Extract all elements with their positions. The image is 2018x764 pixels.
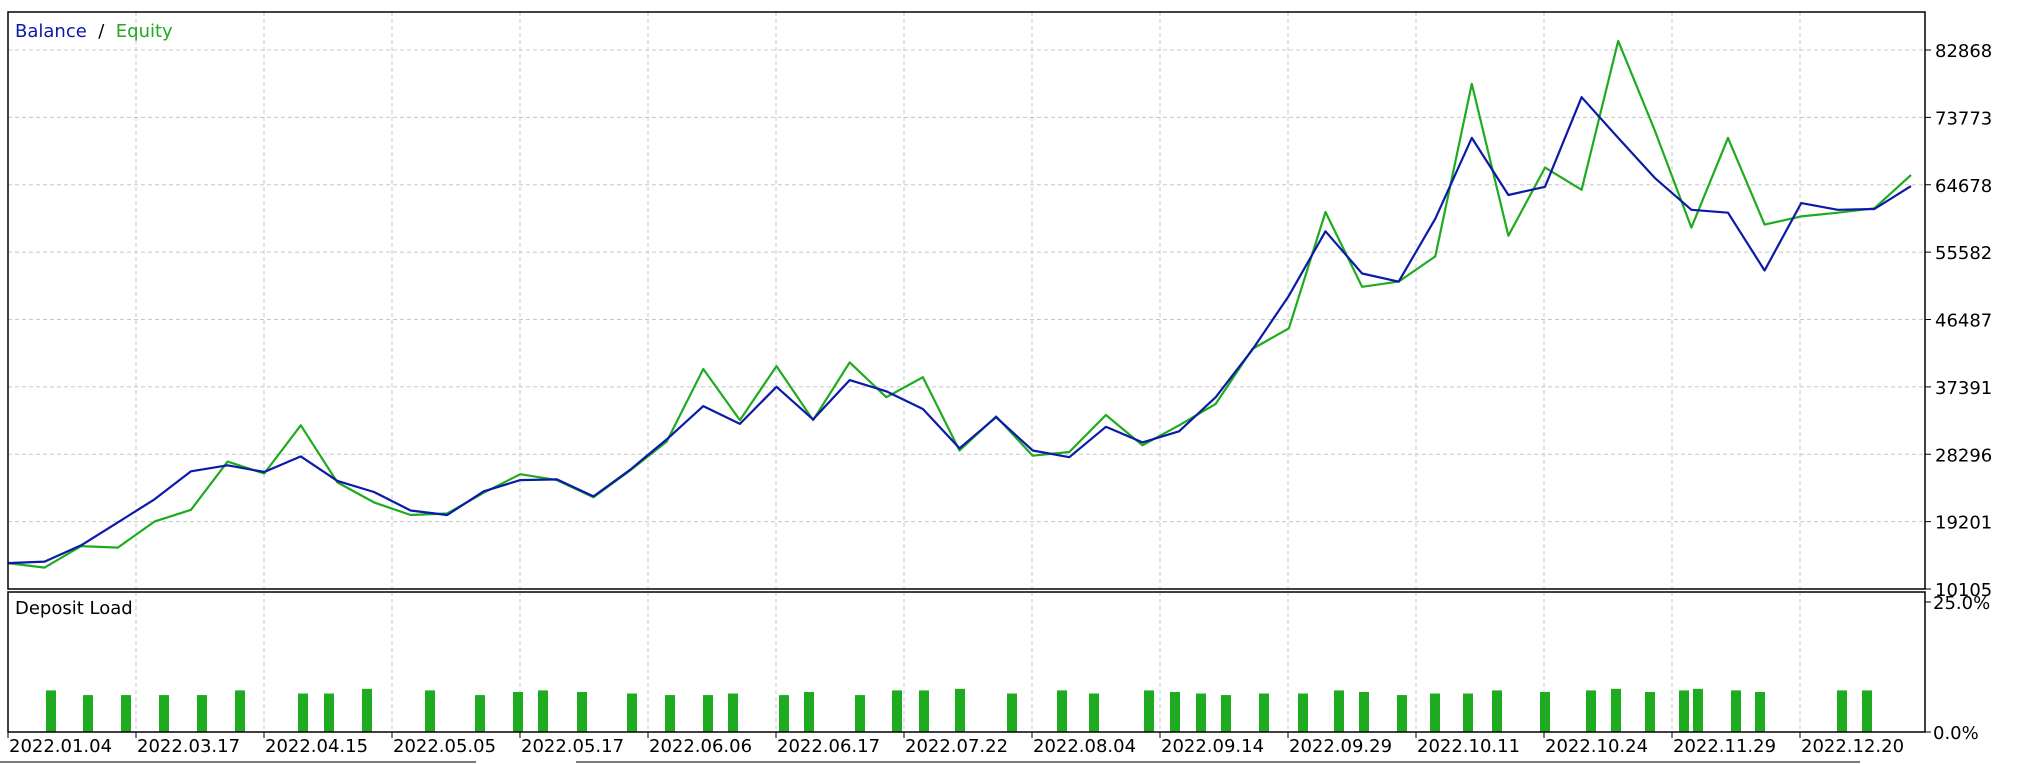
y-tick-label: 64678: [1935, 176, 1992, 197]
x-axis: 2022.01.04 2022.03.17 2022.04.15 2022.05.05…: [7, 732, 1904, 757]
y-tick-label: 55582: [1935, 243, 1992, 264]
x-tick-label: 2022.05.05: [393, 736, 496, 757]
x-tick-label: 2022.09.14: [1161, 736, 1264, 757]
deposit-load-bar: [804, 691, 814, 732]
y-tick-label: 73773: [1935, 108, 1992, 129]
deposit-load-bar: [1430, 693, 1440, 732]
x-tick-label: 2022.12.20: [1801, 736, 1904, 757]
x-tick-label: 2022.07.22: [905, 736, 1008, 757]
deposit-load-bar: [1731, 690, 1741, 732]
deposit-load-bar: [728, 693, 738, 732]
y-tick-label: 19201: [1935, 513, 1992, 534]
deposit-load-bar: [1645, 691, 1655, 732]
y-tick-label: 28296: [1935, 445, 1992, 466]
deposit-load-bar: [1837, 690, 1847, 732]
deposit-load-bar: [955, 688, 965, 732]
deposit-load-bar: [665, 695, 675, 732]
legend-balance: Balance: [15, 21, 87, 42]
deposit-load-bar: [235, 690, 245, 732]
deposit-load-bar: [1007, 693, 1017, 732]
x-tick-label: 2022.06.06: [649, 736, 752, 757]
deposit-load-bar: [1755, 691, 1765, 732]
x-tick-label: 2022.10.24: [1545, 736, 1648, 757]
deposit-load-bar: [1679, 690, 1689, 732]
legend-equity: Equity: [116, 21, 173, 42]
deposit-load-bar: [197, 695, 207, 732]
deposit-load-bar: [1196, 693, 1206, 732]
deposit-load-bar: [362, 688, 372, 732]
y-tick-label: 46487: [1935, 311, 1992, 332]
deposit-load-bar: [1259, 693, 1269, 732]
deposit-load-bar: [855, 695, 865, 732]
deposit-load-bar: [1298, 693, 1308, 732]
deposit-load-bar: [779, 695, 789, 732]
deposit-load-bar: [1359, 691, 1369, 732]
x-tick-label: 2022.05.17: [521, 736, 624, 757]
x-tick-label: 2022.03.17: [137, 736, 240, 757]
deposit-load-bar: [83, 695, 93, 732]
deposit-load-bar: [1397, 695, 1407, 732]
deposit-load-bar: [1463, 693, 1473, 732]
load-y-tick-label: 25.0%: [1933, 593, 1990, 614]
load-y-tick-label: 0.0%: [1933, 723, 1979, 744]
y-tick-label: 82868: [1935, 41, 1992, 62]
deposit-load-bar: [1862, 690, 1872, 732]
legend-separator: /: [93, 21, 111, 42]
x-tick-label: 2022.09.29: [1289, 736, 1392, 757]
deposit-load-bar: [538, 690, 548, 732]
x-tick-label: 2022.04.15: [265, 736, 368, 757]
deposit-load-bar: [703, 695, 713, 732]
x-tick-label: 2022.06.17: [777, 736, 880, 757]
deposit-load-bar: [1144, 690, 1154, 732]
deposit-load-bar: [892, 690, 902, 732]
x-tick-label: 2022.01.04: [9, 736, 112, 757]
deposit-load-bar: [513, 691, 523, 732]
y-tick-label: 37391: [1935, 378, 1992, 399]
deposit-load-bar: [46, 690, 56, 732]
legend: Balance / Equity: [15, 21, 173, 42]
deposit-load-bar: [1693, 688, 1703, 732]
deposit-load-bar: [324, 693, 334, 732]
deposit-load-bar: [159, 695, 169, 732]
balance-equity-report-chart: 1010519201282963739146487555826467873773…: [0, 0, 2018, 764]
deposit-load-bar: [1586, 690, 1596, 732]
deposit-load-bar: [121, 695, 131, 732]
x-tick-label: 2022.11.29: [1673, 736, 1776, 757]
deposit-load-bar: [577, 691, 587, 732]
deposit-load-bar: [627, 693, 637, 732]
deposit-load-bar: [1221, 695, 1231, 732]
x-tick-label: 2022.10.11: [1417, 736, 1520, 757]
deposit-load-bar: [919, 690, 929, 732]
deposit-load-title: Deposit Load: [15, 598, 133, 619]
x-tick-label: 2022.08.04: [1033, 736, 1136, 757]
deposit-load-bar: [1170, 691, 1180, 732]
deposit-load-bar: [298, 693, 308, 732]
deposit-load-bar: [1089, 693, 1099, 732]
deposit-load-bar: [475, 695, 485, 732]
deposit-load-bar: [1334, 690, 1344, 732]
main-y-axis: 1010519201282963739146487555826467873773…: [1925, 41, 1992, 601]
deposit-load-bar: [425, 690, 435, 732]
deposit-load-bar: [1540, 691, 1550, 732]
deposit-load-bar: [1611, 688, 1621, 732]
deposit-load-bar: [1057, 690, 1067, 732]
deposit-load-bar: [1492, 690, 1502, 732]
